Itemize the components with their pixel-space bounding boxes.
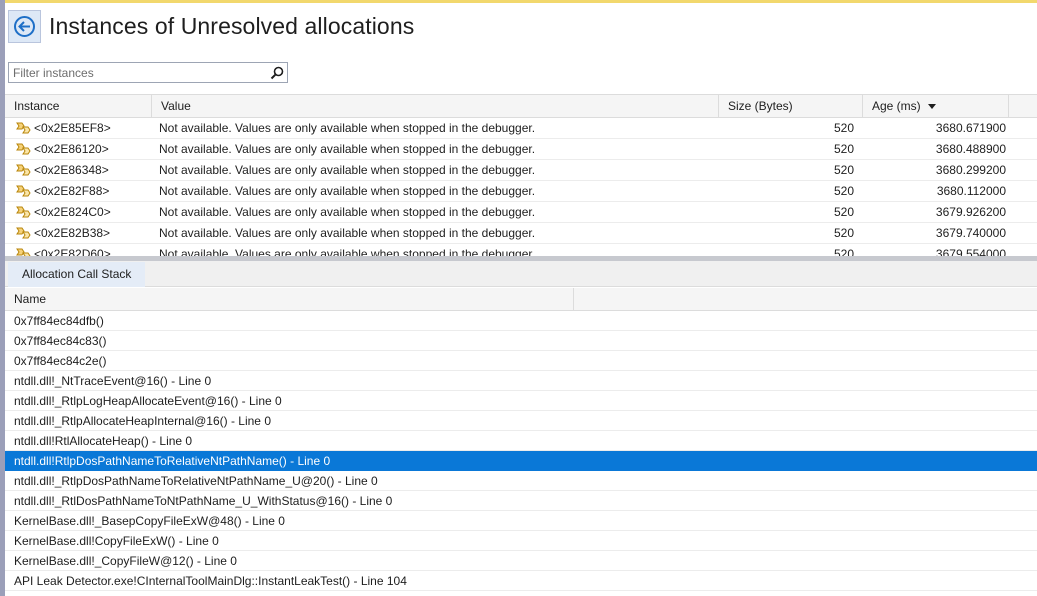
age-cell: 3680.488900 [935,142,1006,156]
call-stack-frame[interactable]: ntdll.dll!RtlAllocateHeap() - Line 0 [5,431,1037,451]
instance-cell: <0x2E82B38> [5,223,152,243]
call-stack-frame[interactable]: ntdll.dll!_RtlDosPathNameToNtPathName_U_… [5,491,1037,511]
call-stack-header: Name [5,288,1037,311]
instance-cell: <0x2E85EF8> [5,118,152,138]
value-cell: Not available. Values are only available… [159,205,536,219]
instances-table: Instance Value Size (Bytes) Age (ms) <0x… [5,94,1037,256]
instance-address: <0x2E82B38> [34,226,111,240]
table-row[interactable]: <0x2E82F88> Not available. Values are onl… [5,181,1037,202]
sort-descending-icon [928,104,936,109]
size-cell: 520 [833,184,854,198]
instance-object-icon [15,226,33,240]
back-arrow-icon [14,15,35,37]
column-header-size[interactable]: Size (Bytes) [719,95,863,118]
column-header-age[interactable]: Age (ms) [863,95,1009,118]
size-cell: 520 [833,247,854,256]
table-row[interactable]: <0x2E82B38> Not available. Values are onl… [5,223,1037,244]
instance-object-icon [15,142,33,156]
bottom-tab-bar: Allocation Call Stack [5,261,1037,287]
filter-box[interactable] [8,62,288,83]
call-stack-frame[interactable]: ntdll.dll!_RtlpAllocateHeapInternal@16()… [5,411,1037,431]
instance-object-icon [15,247,33,256]
instance-address: <0x2E86120> [34,142,109,156]
column-header-name[interactable]: Name [5,288,574,310]
instances-table-body: <0x2E85EF8> Not available. Values are onl… [5,118,1037,256]
value-cell: Not available. Values are only available… [159,163,536,177]
value-cell: Not available. Values are only available… [159,247,536,256]
instance-cell: <0x2E86120> [5,139,152,159]
call-stack-frame[interactable]: KernelBase.dll!CopyFileExW() - Line 0 [5,531,1037,551]
instance-address: <0x2E82F88> [34,184,110,198]
age-cell: 3679.740000 [935,226,1006,240]
age-cell: 3679.926200 [935,205,1006,219]
size-cell: 520 [833,226,854,240]
value-cell: Not available. Values are only available… [159,142,536,156]
call-stack-frame[interactable]: KernelBase.dll!_CopyFileW@12() - Line 0 [5,551,1037,571]
age-cell: 3680.299200 [935,163,1006,177]
instances-table-header: Instance Value Size (Bytes) Age (ms) [5,94,1037,118]
size-cell: 520 [833,205,854,219]
column-header-instance[interactable]: Instance [5,95,152,118]
call-stack-frame[interactable]: ntdll.dll!_RtlpLogHeapAllocateEvent@16()… [5,391,1037,411]
title-bar-accent [0,0,1037,3]
age-cell: 3680.671900 [935,121,1006,135]
table-row[interactable]: <0x2E824C0> Not available. Values are onl… [5,202,1037,223]
size-cell: 520 [833,121,854,135]
instance-address: <0x2E86348> [34,163,109,177]
call-stack-frame[interactable]: API Leak Detector.exe!CInternalToolMainD… [5,571,1037,591]
back-button[interactable] [8,9,41,43]
age-cell: 3680.112000 [936,184,1006,198]
tab-allocation-call-stack[interactable]: Allocation Call Stack [8,262,146,287]
size-cell: 520 [833,142,854,156]
instance-address: <0x2E85EF8> [34,121,111,135]
table-row[interactable]: <0x2E86120> Not available. Values are onl… [5,139,1037,160]
instance-address: <0x2E824C0> [34,205,111,219]
instance-object-icon [15,205,33,219]
instance-cell: <0x2E824C0> [5,202,152,222]
value-cell: Not available. Values are only available… [159,226,536,240]
instance-address: <0x2E82D60> [34,247,111,256]
call-stack-frame[interactable]: 0x7ff84ec84c2e() [5,351,1037,371]
instance-cell: <0x2E82F88> [5,181,152,201]
call-stack-frame[interactable]: ntdll.dll!RtlpDosPathNameToRelativeNtPat… [5,451,1037,471]
instance-object-icon [15,163,33,177]
table-row[interactable]: <0x2E85EF8> Not available. Values are onl… [5,118,1037,139]
column-header-value[interactable]: Value [152,95,719,118]
instance-object-icon [15,121,33,135]
call-stack-frame[interactable]: ntdll.dll!_NtTraceEvent@16() - Line 0 [5,371,1037,391]
column-header-age-label: Age (ms) [872,99,921,113]
call-stack-body: 0x7ff84ec84dfb() 0x7ff84ec84c83() 0x7ff84e… [5,311,1037,591]
call-stack-frame[interactable]: 0x7ff84ec84dfb() [5,311,1037,331]
instance-object-icon [15,184,33,198]
page-header: Instances of Unresolved allocations [8,6,414,46]
call-stack-frame[interactable]: KernelBase.dll!_BasepCopyFileExW@48() - … [5,511,1037,531]
call-stack-frame[interactable]: 0x7ff84ec84c83() [5,331,1037,351]
call-stack-frame[interactable]: ntdll.dll!_RtlpDosPathNameToRelativeNtPa… [5,471,1037,491]
instance-cell: <0x2E86348> [5,160,152,180]
table-row[interactable]: <0x2E82D60> Not available. Values are onl… [5,244,1037,256]
column-header-filler [1009,95,1037,118]
age-cell: 3679.554000 [935,247,1006,256]
value-cell: Not available. Values are only available… [159,121,536,135]
size-cell: 520 [833,163,854,177]
instance-cell: <0x2E82D60> [5,244,152,256]
page-title: Instances of Unresolved allocations [49,12,415,39]
value-cell: Not available. Values are only available… [159,184,536,198]
table-row[interactable]: <0x2E86348> Not available. Values are onl… [5,160,1037,181]
search-icon[interactable] [267,63,287,82]
filter-input[interactable] [9,63,267,82]
call-stack-table: Name 0x7ff84ec84dfb() 0x7ff84ec84c83() 0x7… [5,288,1037,596]
